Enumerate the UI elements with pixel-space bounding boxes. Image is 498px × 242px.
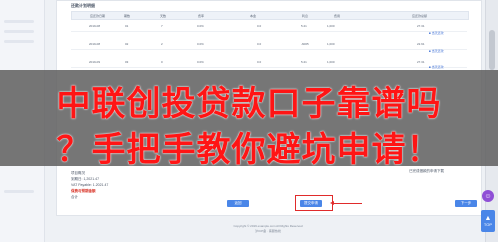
cell-date: 2019-08	[89, 42, 101, 46]
cell-fee: 1,000	[327, 42, 335, 46]
back-button[interactable]: 返回	[227, 200, 249, 207]
misc-line: 到期日: 1,2021.47	[71, 177, 100, 181]
cell-principal: 0.0	[257, 60, 262, 64]
footer-links[interactable]: 沪ICP备 · 客服热线	[56, 229, 480, 234]
cell-principal: 0.0	[257, 24, 262, 28]
cell-days: 0	[161, 60, 163, 64]
arrow-up-icon: ▲	[484, 215, 492, 222]
cell-interest: -6005	[301, 42, 309, 46]
status-tag[interactable]: 当天还款	[429, 65, 459, 69]
cell-total: 27.31	[417, 60, 425, 64]
annotation-arrow-head	[330, 201, 334, 205]
banner-headline: 中联创投贷款口子靠谱吗	[56, 84, 442, 124]
user-icon[interactable]: ☺	[482, 190, 494, 202]
cell-fee: 1,000	[327, 60, 335, 64]
cell-date: 2019-09	[89, 60, 101, 64]
back-to-top-button[interactable]: ▲ TOP	[481, 210, 495, 232]
header-days: 天数	[160, 13, 167, 18]
status-tag[interactable]: 当天还款	[429, 49, 459, 53]
scrollbar-thumb[interactable]	[489, 30, 495, 70]
cell-fee: 1,000	[327, 24, 335, 28]
table-row: 2019-08 01 7 0.0% 0.0 5.21 1,000 27.31	[71, 21, 467, 32]
cell-period: 01	[125, 24, 129, 28]
header-total: 应还款总额	[412, 13, 428, 18]
table-header: 应还款日期 期数 天数 费率 本金 利息 费用 应还款总额	[71, 11, 469, 20]
header-period: 期数	[124, 13, 131, 18]
next-button[interactable]: 下一步	[455, 200, 477, 207]
cell-rate: 0.0%	[197, 60, 204, 64]
status-tags: 当天还款	[429, 31, 459, 37]
cell-date: 2019-08	[89, 24, 101, 28]
cell-total: 22.91	[417, 42, 425, 46]
cell-total: 27.31	[417, 24, 425, 28]
page-footer: Copyright © 2019 example.com All Rights …	[56, 224, 480, 234]
highlight-frame	[295, 195, 333, 211]
header-fee: 费用	[334, 13, 341, 18]
section-title: 还款计划明细	[71, 3, 95, 8]
status-tags: 当天还款	[429, 49, 459, 55]
overlay-banner: 中联创投贷款口子靠谱吗 ？手把手教你避坑申请！	[0, 70, 498, 170]
cell-principal: 0.0	[257, 42, 262, 46]
table-row: 2019-08 02 2 0.0% 0.0 -6005 1,000 22.91	[71, 39, 467, 50]
header-date: 应还款日期	[90, 13, 106, 18]
cell-rate: 0.0%	[197, 42, 204, 46]
page: 还款计划明细 应还款日期 期数 天数 费率 本金 利息 费用 应还款总额 201…	[0, 0, 498, 242]
cell-interest: 5.21	[301, 24, 307, 28]
header-rate: 费率	[198, 13, 205, 18]
header-interest: 利息	[302, 13, 309, 18]
table-row: 2019-09 03 0 0.0% 0.0 5.21 1,000 27.31	[71, 57, 467, 68]
cell-days: 7	[161, 24, 163, 28]
warning-line: 保费与预期金额	[71, 189, 96, 193]
cell-interest: 5.21	[301, 60, 307, 64]
top-label: TOP	[483, 222, 493, 227]
banner-subheadline: ？手把手教你避坑申请！	[56, 130, 442, 170]
annotation-arrow	[332, 203, 362, 204]
cell-period: 02	[125, 42, 129, 46]
misc-line: VAT Payable: 1.2021.47	[71, 183, 109, 187]
misc-line: 项目概况	[71, 171, 85, 175]
status-tag[interactable]: 当天还款	[429, 31, 459, 35]
misc-line: 合计	[71, 195, 78, 199]
cell-rate: 0.0%	[197, 24, 204, 28]
cell-period: 03	[125, 60, 129, 64]
cell-days: 2	[161, 42, 163, 46]
header-principal: 本金	[250, 13, 257, 18]
